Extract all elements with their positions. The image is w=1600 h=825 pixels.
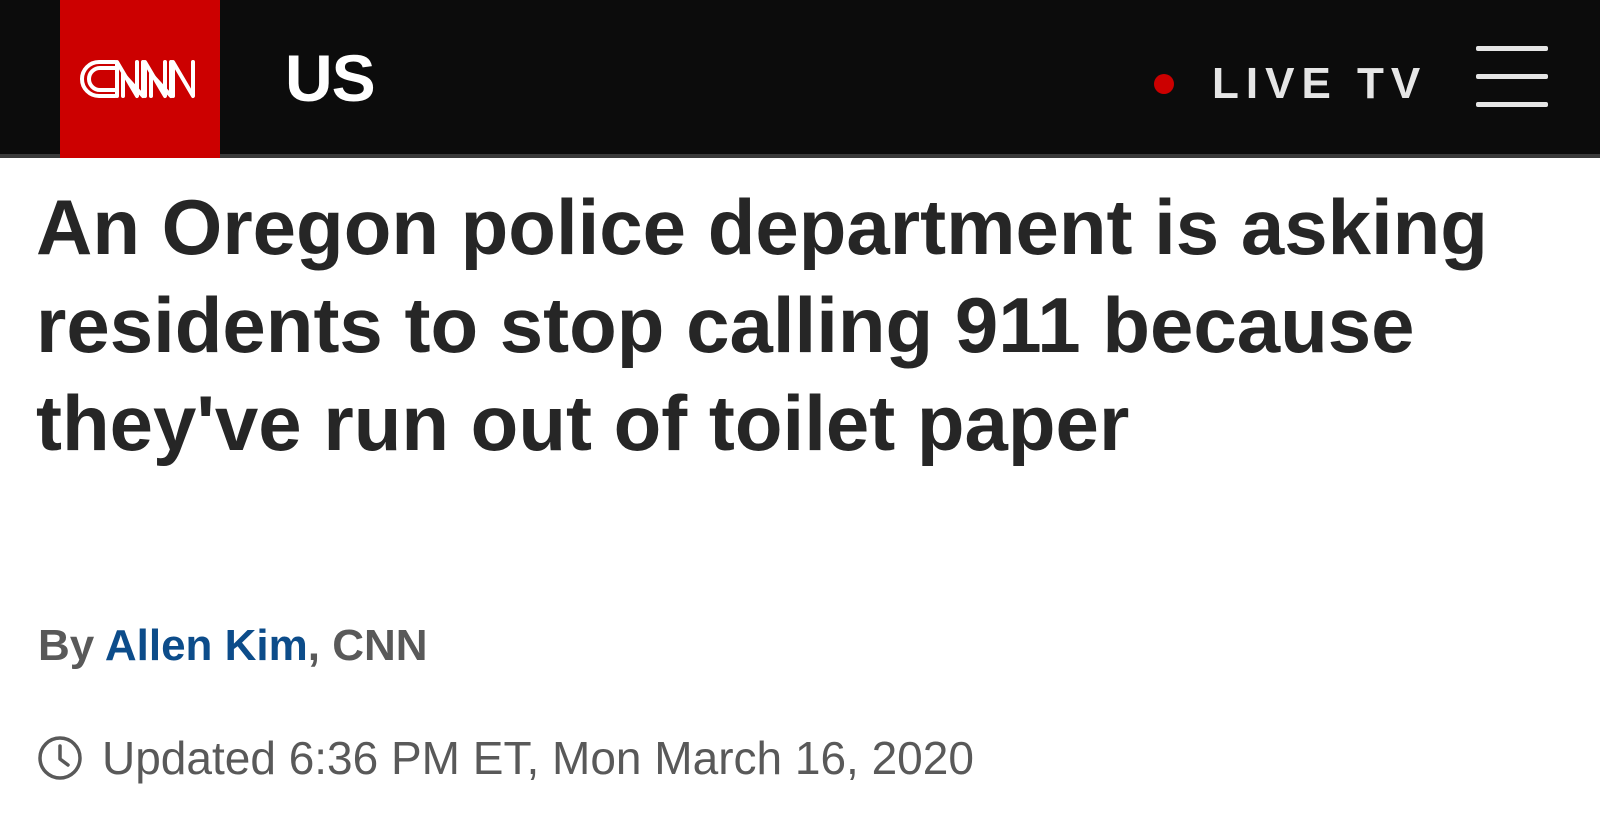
byline-source: , CNN xyxy=(307,621,428,670)
menu-line xyxy=(1476,46,1548,51)
live-tv-label: LIVE TV xyxy=(1212,59,1428,108)
section-title[interactable]: US xyxy=(285,38,376,118)
cnn-logo-icon xyxy=(80,60,195,98)
byline-prefix: By xyxy=(38,621,95,670)
menu-line xyxy=(1476,74,1548,79)
cnn-logo[interactable]: CNN xyxy=(60,0,220,158)
live-indicator-dot xyxy=(1154,74,1174,94)
article-headline: An Oregon police department is asking re… xyxy=(36,183,1488,467)
site-header: CNN US LIVE TV xyxy=(0,0,1600,158)
byline: By Allen Kim, CNN xyxy=(38,618,428,674)
menu-line xyxy=(1476,102,1548,107)
hamburger-menu-icon[interactable] xyxy=(1476,42,1548,112)
article-timestamp: Updated 6:36 PM ET, Mon March 16, 2020 xyxy=(36,730,974,786)
author-link[interactable]: Allen Kim xyxy=(105,621,308,670)
live-tv-link[interactable]: LIVE TV xyxy=(1154,52,1427,116)
clock-icon xyxy=(38,736,82,780)
timestamp-text: Updated 6:36 PM ET, Mon March 16, 2020 xyxy=(102,732,974,784)
